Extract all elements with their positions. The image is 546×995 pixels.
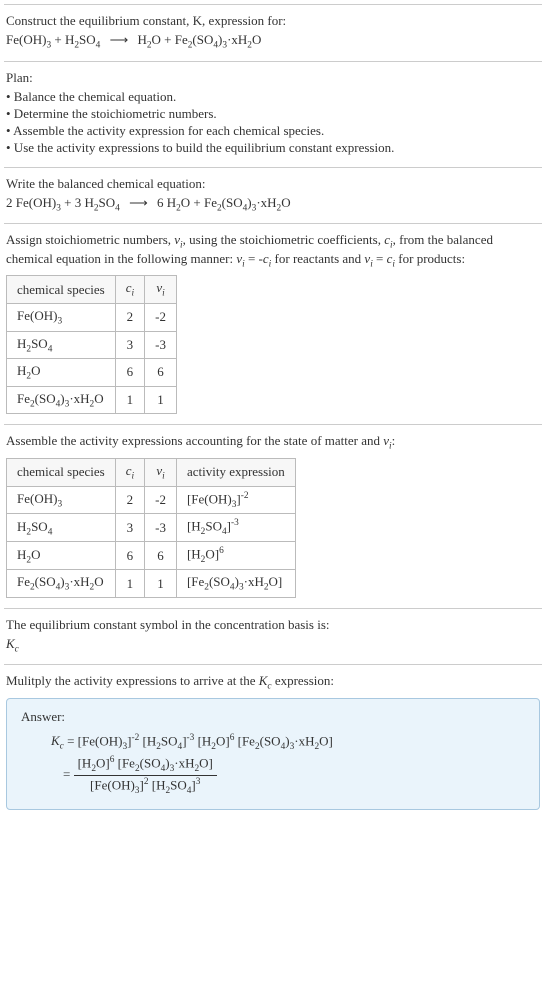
answer-box: Answer: Kc = [Fe(OH)3]-2 [H2SO4]-3 [H2O]… <box>6 698 540 810</box>
plan-item: • Assemble the activity expression for e… <box>6 123 540 139</box>
cell-c: 2 <box>115 486 144 514</box>
table-row: Fe(OH)3 2 -2 <box>7 303 177 331</box>
cell-species: H2SO4 <box>7 331 116 359</box>
table-row: H2SO4 3 -3 [H2SO4]-3 <box>7 514 296 542</box>
stoich-text: Assign stoichiometric numbers, νi, using… <box>6 232 540 269</box>
cell-c: 2 <box>115 303 144 331</box>
table-row: Fe(OH)3 2 -2 [Fe(OH)3]-2 <box>7 486 296 514</box>
cell-c: 1 <box>115 570 144 598</box>
cell-species: Fe(OH)3 <box>7 486 116 514</box>
balanced-equation: 2 Fe(OH)3 + 3 H2SO4 ⟶ 6 H2O + Fe2(SO4)3·… <box>6 195 540 214</box>
cell-species: Fe2(SO4)3·xH2O <box>7 386 116 414</box>
multiply-heading: Mulitply the activity expressions to arr… <box>6 673 540 692</box>
cell-expr: [Fe(OH)3]-2 <box>176 486 295 514</box>
cell-species: H2O <box>7 359 116 387</box>
plan-item: • Balance the chemical equation. <box>6 89 540 105</box>
cell-species: H2SO4 <box>7 514 116 542</box>
cell-nu: 1 <box>145 386 177 414</box>
col-expr: activity expression <box>176 458 295 486</box>
stoich-section: Assign stoichiometric numbers, νi, using… <box>4 223 542 424</box>
kc-symbol-text: The equilibrium constant symbol in the c… <box>6 617 540 633</box>
coef: 3 <box>75 195 82 210</box>
cell-nu: 6 <box>145 542 177 570</box>
answer-label: Answer: <box>21 709 525 725</box>
cell-nu: 6 <box>145 359 177 387</box>
cell-expr: [Fe2(SO4)3·xH2O] <box>176 570 295 598</box>
kc-denominator: [Fe(OH)3]2 [H2SO4]3 <box>74 776 217 797</box>
kc-fraction: [H2O]6 [Fe2(SO4)3·xH2O] [Fe(OH)3]2 [H2SO… <box>74 754 217 797</box>
answer-expression: Kc = [Fe(OH)3]-2 [H2SO4]-3 [H2O]6 [Fe2(S… <box>21 733 525 797</box>
plan-section: Plan: • Balance the chemical equation. •… <box>4 61 542 167</box>
cell-c: 6 <box>115 359 144 387</box>
table-header-row: chemical species ci νi <box>7 276 177 304</box>
cell-c: 3 <box>115 514 144 542</box>
intro-line: Construct the equilibrium constant, K, e… <box>6 13 540 29</box>
kc-numerator: [H2O]6 [Fe2(SO4)3·xH2O] <box>74 754 217 776</box>
cell-nu: -2 <box>145 486 177 514</box>
col-species: chemical species <box>7 276 116 304</box>
plan-bullets: • Balance the chemical equation. • Deter… <box>6 89 540 156</box>
col-c: ci <box>115 276 144 304</box>
kc-symbol: Kc <box>6 636 540 655</box>
coef: 6 <box>157 195 164 210</box>
cell-nu: 1 <box>145 570 177 598</box>
cell-c: 6 <box>115 542 144 570</box>
table-row: Fe2(SO4)3·xH2O 1 1 [Fe2(SO4)3·xH2O] <box>7 570 296 598</box>
cell-c: 3 <box>115 331 144 359</box>
plan-item: • Determine the stoichiometric numbers. <box>6 106 540 122</box>
plan-item: • Use the activity expressions to build … <box>6 140 540 156</box>
coef: 2 <box>6 195 13 210</box>
col-nu: νi <box>145 276 177 304</box>
kc-symbol-section: The equilibrium constant symbol in the c… <box>4 608 542 665</box>
cell-expr: [H2SO4]-3 <box>176 514 295 542</box>
table-row: Fe2(SO4)3·xH2O 1 1 <box>7 386 177 414</box>
cell-expr: [H2O]6 <box>176 542 295 570</box>
intro-section: Construct the equilibrium constant, K, e… <box>4 4 542 61</box>
cell-nu: -2 <box>145 303 177 331</box>
kc-line2: = [H2O]6 [Fe2(SO4)3·xH2O] [Fe(OH)3]2 [H2… <box>51 754 525 797</box>
activity-table: chemical species ci νi activity expressi… <box>6 458 296 598</box>
cell-species: H2O <box>7 542 116 570</box>
activity-heading: Assemble the activity expressions accoun… <box>6 433 540 452</box>
table-row: H2O 6 6 <box>7 359 177 387</box>
col-c: ci <box>115 458 144 486</box>
table-row: H2SO4 3 -3 <box>7 331 177 359</box>
unbalanced-equation: Fe(OH)3 + H2SO4 ⟶ H2O + Fe2(SO4)3·xH2O <box>6 32 540 51</box>
plan-heading: Plan: <box>6 70 540 86</box>
intro-text: Construct the equilibrium constant, K, e… <box>6 13 286 28</box>
cell-species: Fe(OH)3 <box>7 303 116 331</box>
activity-section: Assemble the activity expressions accoun… <box>4 424 542 608</box>
col-nu: νi <box>145 458 177 486</box>
balanced-section: Write the balanced chemical equation: 2 … <box>4 167 542 224</box>
multiply-section: Mulitply the activity expressions to arr… <box>4 664 542 819</box>
stoich-table: chemical species ci νi Fe(OH)3 2 -2 H2SO… <box>6 275 177 414</box>
balanced-heading: Write the balanced chemical equation: <box>6 176 540 192</box>
table-header-row: chemical species ci νi activity expressi… <box>7 458 296 486</box>
table-row: H2O 6 6 [H2O]6 <box>7 542 296 570</box>
kc-line1: Kc = [Fe(OH)3]-2 [H2SO4]-3 [H2O]6 [Fe2(S… <box>51 733 525 752</box>
cell-nu: -3 <box>145 331 177 359</box>
cell-c: 1 <box>115 386 144 414</box>
col-species: chemical species <box>7 458 116 486</box>
cell-species: Fe2(SO4)3·xH2O <box>7 570 116 598</box>
cell-nu: -3 <box>145 514 177 542</box>
